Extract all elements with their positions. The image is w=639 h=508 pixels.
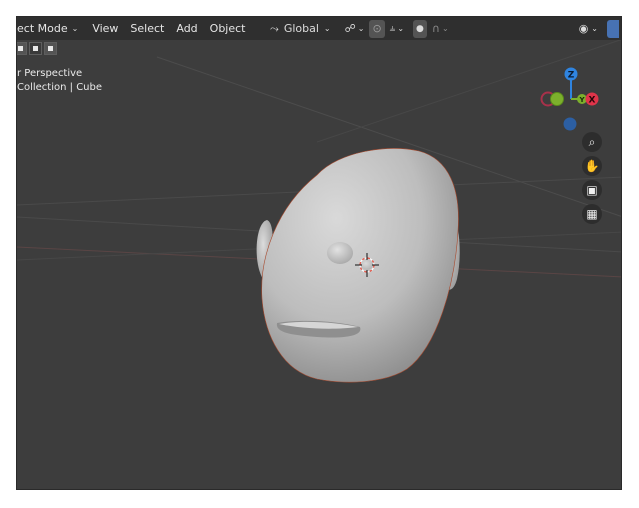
gizmo-y-label: Y xyxy=(578,96,585,104)
chevron-down-icon: ⌄ xyxy=(357,24,365,33)
mode-dropdown[interactable]: ect Mode ⌄ xyxy=(17,17,84,40)
pivot-icon: ☍ xyxy=(344,22,356,35)
viewport-frame[interactable]: Z Y X ect Mode ⌄ View Select Add Object … xyxy=(16,16,622,490)
viewport-canvas[interactable]: Z Y X xyxy=(17,17,622,490)
menu-add[interactable]: Add xyxy=(170,17,203,40)
camera-icon: ▣ xyxy=(586,183,598,197)
proportional-edit-toggle[interactable]: ● xyxy=(413,19,427,38)
falloff-curve-icon: ∩ xyxy=(431,22,440,35)
chevron-down-icon: ⌄ xyxy=(591,24,598,33)
eye-bump-right xyxy=(361,260,373,270)
select-extend-button[interactable] xyxy=(29,42,42,55)
zoom-icon: ⌕ xyxy=(588,134,596,149)
chevron-down-icon: ⌄ xyxy=(71,24,79,33)
viewport-info: r Perspective Collection | Cube xyxy=(17,67,102,95)
grid-icon: ▦ xyxy=(586,207,598,221)
snap-toggle[interactable]: ⊙ xyxy=(369,19,385,38)
eye-bump-left xyxy=(327,242,353,264)
navigation-gizmo[interactable]: Z Y X xyxy=(540,67,599,131)
select-subtract-button[interactable] xyxy=(44,42,57,55)
visibility-dropdown[interactable]: ◉ ⌄ xyxy=(576,20,601,38)
gizmo-neg-z xyxy=(563,117,577,131)
menu-select[interactable]: Select xyxy=(124,17,170,40)
magnet-icon: ⊙ xyxy=(372,22,382,35)
eye-icon: ◉ xyxy=(578,22,589,35)
pivot-dropdown[interactable]: ☍ ⌄ xyxy=(342,20,368,38)
menu-object[interactable]: Object xyxy=(204,17,252,40)
proportional-edit-icon: ● xyxy=(416,23,424,34)
pan-button[interactable]: ✋ xyxy=(582,156,602,176)
mode-label: ect Mode xyxy=(17,22,68,35)
falloff-dropdown[interactable]: ∩ ⌄ xyxy=(429,20,452,38)
transform-orientation-icon: ⤳ xyxy=(270,21,279,35)
gizmo-x-label: X xyxy=(589,96,596,106)
ortho-toggle-button[interactable]: ▦ xyxy=(582,204,602,224)
gizmo-z-label: Z xyxy=(568,71,575,81)
chevron-down-icon: ⌄ xyxy=(323,24,331,33)
snap-dropdown[interactable]: ⫨ ⌄ xyxy=(387,20,407,38)
collection-label: Collection | Cube xyxy=(17,82,103,93)
zoom-button[interactable]: ⌕ xyxy=(582,132,602,152)
snap-increment-icon: ⫨ xyxy=(389,23,396,34)
chevron-down-icon: ⌄ xyxy=(441,24,449,33)
orientation-label: Global xyxy=(283,22,319,35)
viewport-header: ect Mode ⌄ View Select Add Object ⤳ Glob… xyxy=(17,17,621,40)
hand-icon: ✋ xyxy=(584,159,600,173)
select-mode-buttons xyxy=(17,42,59,56)
select-new-button[interactable] xyxy=(17,42,27,55)
gizmo-toggle-button[interactable] xyxy=(607,19,619,38)
camera-button[interactable]: ▣ xyxy=(582,180,602,200)
chevron-down-icon: ⌄ xyxy=(397,24,405,33)
gizmo-y-neg xyxy=(550,92,564,106)
view-name: r Perspective xyxy=(17,68,83,79)
menu-view[interactable]: View xyxy=(86,17,124,40)
orientation-dropdown[interactable]: ⤳ Global ⌄ xyxy=(267,20,334,38)
